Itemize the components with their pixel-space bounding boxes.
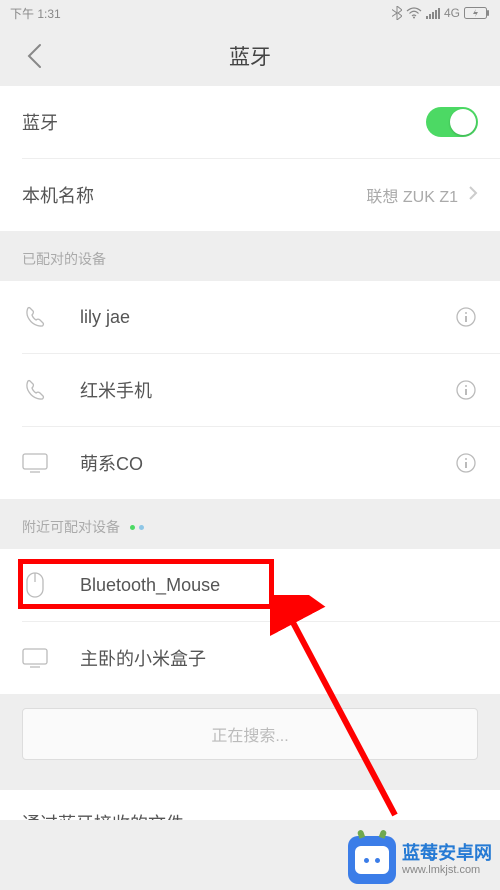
device-name: lily jae (80, 307, 454, 328)
paired-devices-list: lily jae 红米手机 萌系CO (0, 281, 500, 499)
paired-devices-header: 已配对的设备 (0, 231, 500, 281)
status-bar: 下午 1:31 4G (0, 0, 500, 26)
wifi-icon (406, 7, 422, 19)
device-name: Bluetooth_Mouse (80, 575, 478, 596)
search-status-box: 正在搜索... (22, 708, 478, 760)
status-indicators: 4G (392, 6, 490, 20)
paired-device-row[interactable]: lily jae (0, 281, 500, 353)
display-icon (22, 450, 48, 476)
available-devices-list: Bluetooth_Mouse 主卧的小米盒子 (0, 549, 500, 694)
chevron-right-icon (468, 185, 478, 206)
mouse-icon (22, 572, 48, 598)
toggle-knob (450, 109, 476, 135)
device-name: 主卧的小米盒子 (80, 645, 478, 671)
phone-icon (22, 304, 48, 330)
bluetooth-label: 蓝牙 (22, 109, 426, 135)
info-button[interactable] (454, 305, 478, 329)
available-device-row[interactable]: Bluetooth_Mouse (0, 549, 500, 621)
watermark-icon (348, 836, 396, 884)
device-name-label: 本机名称 (22, 182, 366, 208)
watermark-url: www.lmkjst.com (402, 864, 492, 877)
device-name: 萌系CO (80, 450, 454, 476)
bluetooth-toggle-row[interactable]: 蓝牙 (0, 86, 500, 158)
phone-icon (22, 377, 48, 403)
device-name: 红米手机 (80, 377, 454, 403)
received-files-row[interactable]: 通过蓝牙接收的文件 (0, 790, 500, 820)
search-status-text: 正在搜索... (211, 722, 288, 746)
scanning-indicator (130, 525, 144, 530)
info-button[interactable] (454, 451, 478, 475)
device-name-value: 联想 ZUK Z1 (366, 183, 458, 207)
page-title: 蓝牙 (229, 41, 271, 71)
chevron-left-icon (26, 43, 42, 69)
watermark-title: 蓝莓安卓网 (402, 843, 492, 864)
network-label: 4G (444, 6, 460, 20)
paired-device-row[interactable]: 红米手机 (0, 354, 500, 426)
status-time: 下午 1:31 (10, 5, 61, 22)
bluetooth-toggle[interactable] (426, 107, 478, 137)
header: 蓝牙 (0, 26, 500, 86)
display-icon (22, 645, 48, 671)
info-button[interactable] (454, 378, 478, 402)
available-devices-header: 附近可配对设备 (0, 499, 500, 549)
available-device-row[interactable]: 主卧的小米盒子 (0, 622, 500, 694)
signal-icon (426, 7, 440, 19)
battery-icon (464, 7, 490, 19)
bluetooth-icon (392, 6, 402, 20)
paired-device-row[interactable]: 萌系CO (0, 427, 500, 499)
device-name-row[interactable]: 本机名称 联想 ZUK Z1 (0, 159, 500, 231)
back-button[interactable] (18, 40, 50, 72)
watermark: 蓝莓安卓网 www.lmkjst.com (348, 836, 492, 884)
